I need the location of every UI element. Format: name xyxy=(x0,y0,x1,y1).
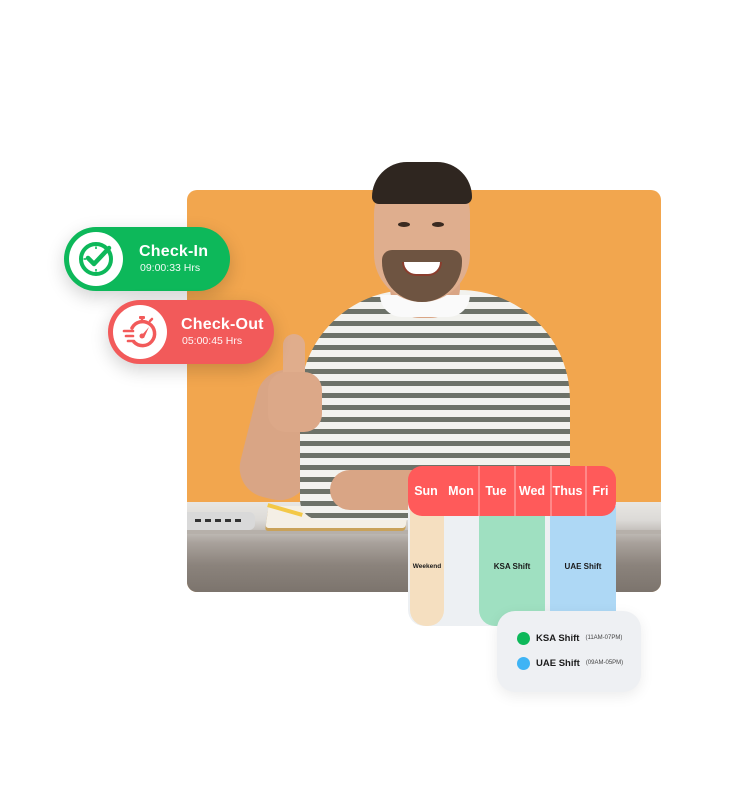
day-mon[interactable]: Mon xyxy=(444,466,478,516)
check-out-title: Check-Out xyxy=(181,316,264,334)
weekend-label: Weekend xyxy=(412,562,442,570)
legend-ksa-time: (11AM-07PM) xyxy=(585,635,623,641)
clock-check-icon xyxy=(69,232,123,286)
day-sun[interactable]: Sun xyxy=(408,466,444,516)
check-in-duration: 09:00:33 Hrs xyxy=(140,262,201,275)
uae-shift-label: UAE Shift xyxy=(564,561,602,571)
legend-item-uae: UAE Shift (09AM-05PM) xyxy=(517,656,641,670)
day-thus[interactable]: Thus xyxy=(550,466,585,516)
weekend-block[interactable]: Weekend xyxy=(410,506,444,626)
shift-calendar: Weekend KSA Shift UAE Shift Sun Mon Tue … xyxy=(408,466,616,626)
check-in-badge: Check-In 09:00:33 Hrs xyxy=(64,227,230,291)
check-out-duration: 05:00:45 Hrs xyxy=(182,335,243,348)
legend-item-ksa: KSA Shift (11AM-07PM) xyxy=(517,631,641,645)
ksa-shift-label: KSA Shift xyxy=(493,561,531,571)
shift-legend: KSA Shift (11AM-07PM) UAE Shift (09AM-05… xyxy=(497,611,641,692)
day-fri[interactable]: Fri xyxy=(585,466,616,516)
legend-uae-name: UAE Shift xyxy=(536,657,580,669)
day-tue[interactable]: Tue xyxy=(478,466,514,516)
laptop xyxy=(187,512,255,530)
stopwatch-fast-icon xyxy=(113,305,167,359)
check-out-badge: Check-Out 05:00:45 Hrs xyxy=(108,300,274,364)
ksa-dot-icon xyxy=(517,631,530,645)
check-in-title: Check-In xyxy=(139,243,209,261)
uae-dot-icon xyxy=(517,656,530,670)
legend-ksa-name: KSA Shift xyxy=(536,632,580,644)
calendar-header: Sun Mon Tue Wed Thus Fri xyxy=(408,466,616,516)
day-wed[interactable]: Wed xyxy=(514,466,550,516)
ksa-shift-block[interactable]: KSA Shift xyxy=(479,506,545,626)
uae-shift-block[interactable]: UAE Shift xyxy=(550,506,616,626)
legend-uae-time: (09AM-05PM) xyxy=(585,660,624,666)
